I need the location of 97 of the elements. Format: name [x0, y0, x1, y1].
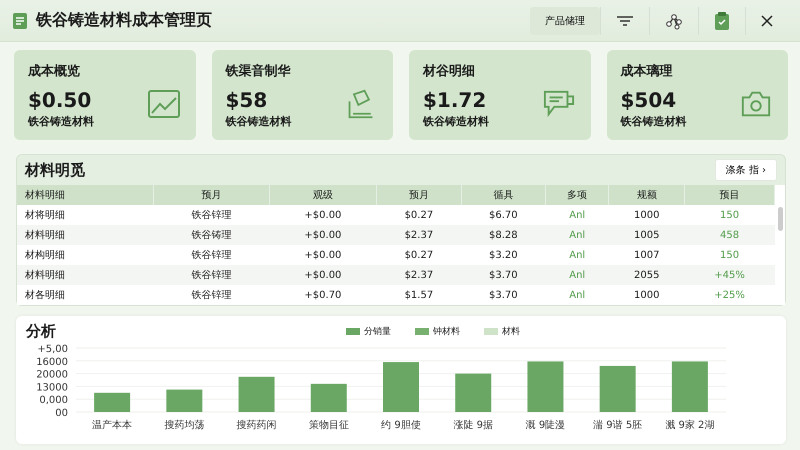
table-cell: Anl	[546, 245, 609, 265]
bar	[94, 392, 130, 412]
y-axis-label: +5,00	[37, 344, 68, 355]
table-cell: 150	[684, 205, 774, 225]
bar	[166, 390, 202, 412]
table-cell: $3.20	[461, 245, 546, 265]
bar	[455, 374, 492, 412]
table-cell: $3.70	[461, 265, 546, 285]
table-cell: +25%	[684, 285, 774, 305]
table-cell: $2.37	[376, 265, 462, 285]
card-value: $1.72	[423, 88, 488, 112]
table-cell: 1000	[608, 285, 685, 305]
table-cell: 458	[684, 225, 774, 245]
table-cell: +45%	[684, 265, 774, 285]
x-axis-label: 温产本本	[92, 420, 132, 431]
card-caption: 铁谷铸造材料	[620, 114, 686, 128]
column-header: 循具	[461, 185, 546, 205]
product-management-button[interactable]: 产品储理	[530, 6, 600, 34]
legend-label: 材料	[502, 326, 520, 338]
bar	[527, 361, 564, 412]
table-title: 材料明觅	[25, 160, 85, 180]
camera-icon	[740, 89, 772, 119]
column-header: 观级	[269, 185, 377, 205]
scrollbar-thumb[interactable]	[778, 207, 782, 231]
x-axis-label: 策物目征	[308, 420, 349, 431]
y-axis-label: 00	[55, 408, 68, 419]
column-header: 多项	[546, 185, 609, 205]
bar	[383, 362, 419, 412]
x-axis-label: 溅 9家 2湖	[665, 420, 714, 431]
bar	[600, 366, 636, 412]
x-axis-label: 搜药药闲	[236, 420, 277, 431]
table-cell: 材将明细	[17, 205, 154, 225]
table-cell: 材料明细	[17, 265, 154, 285]
y-axis-label: 16000	[36, 356, 68, 368]
y-axis-label: 13000	[36, 382, 68, 394]
bar	[672, 361, 708, 412]
card-title: 成本璃理	[620, 62, 674, 80]
legend-label: 钟材料	[433, 326, 460, 338]
x-axis-label: 湍 9谐 5胚	[593, 420, 642, 431]
table-cell: Anl	[546, 265, 609, 285]
x-axis-label: 溉 9陡漫	[526, 420, 566, 431]
bar	[238, 376, 275, 412]
table-cell: +$0.00	[269, 265, 377, 285]
table-cell: $3.70	[461, 285, 546, 305]
chart-title: 分析	[26, 322, 56, 340]
card-value: $58	[226, 88, 268, 112]
table-cell: +$0.00	[269, 225, 377, 245]
table-cell: 1005	[608, 225, 685, 245]
column-header: 预月	[153, 185, 270, 205]
y-axis-label: 20000	[36, 370, 68, 381]
table-cell: +$0.00	[269, 245, 377, 265]
table-cell: $1.57	[376, 285, 462, 305]
table-cell: $8.28	[461, 225, 546, 245]
table-cell: 材构明细	[17, 245, 154, 265]
table-cell: Anl	[546, 285, 609, 305]
card-title: 铁渠音制华	[226, 62, 292, 80]
table-cell: +$0.70	[269, 285, 377, 305]
card-caption: 铁谷铸造材料	[226, 114, 292, 128]
card-caption: 铁谷铸造材料	[28, 114, 94, 128]
x-axis-label: 涨陡 9据	[453, 420, 493, 431]
document-icon	[12, 12, 28, 30]
bar	[310, 384, 347, 412]
table-cell: $6.70	[461, 205, 546, 225]
table-cell: 铁谷锌理	[153, 285, 270, 305]
window-title: 铁谷铸造材料成本管理页	[36, 10, 212, 31]
legend-label: 分销量	[364, 326, 391, 338]
table-cell: $0.27	[376, 245, 462, 265]
table-cell: 铁谷铸理	[153, 225, 270, 245]
table-cell: +$0.00	[269, 205, 377, 225]
table-cell: 1000	[608, 205, 685, 225]
column-header: 预目	[684, 185, 774, 205]
message-icon	[542, 89, 574, 119]
table-cell: 材料明细	[17, 225, 154, 245]
y-axis-label: 0,000	[39, 395, 68, 406]
table-cell: 1007	[608, 245, 685, 265]
table-cell: 铁谷锌理	[153, 265, 270, 285]
table-cell: $2.37	[376, 225, 462, 245]
filter-button[interactable]: 涤条 指 ›	[714, 159, 777, 181]
column-header: 材料明细	[17, 185, 154, 205]
column-header: 预月	[376, 185, 462, 205]
line-chart-icon	[148, 89, 180, 119]
card-value: $504	[620, 88, 678, 112]
table-cell: 铁谷锌理	[153, 245, 270, 265]
table-cell: Anl	[546, 205, 609, 225]
table-cell: 材各明细	[17, 285, 154, 305]
x-axis-label: 搜药均荡	[164, 420, 204, 431]
card-value: $0.50	[28, 88, 92, 112]
card-title: 材谷明细	[423, 62, 476, 80]
column-header: 规额	[608, 185, 685, 205]
card-title: 成本概览	[28, 62, 81, 80]
table-cell: 150	[684, 245, 774, 265]
x-axis-label: 约 9胆使	[381, 420, 421, 431]
card-caption: 铁谷铸造材料	[423, 114, 489, 128]
table-cell: 铁谷锌理	[153, 205, 270, 225]
table-cell: $0.27	[376, 205, 462, 225]
table-cell: 2055	[608, 265, 685, 285]
table-cell: Anl	[546, 225, 609, 245]
